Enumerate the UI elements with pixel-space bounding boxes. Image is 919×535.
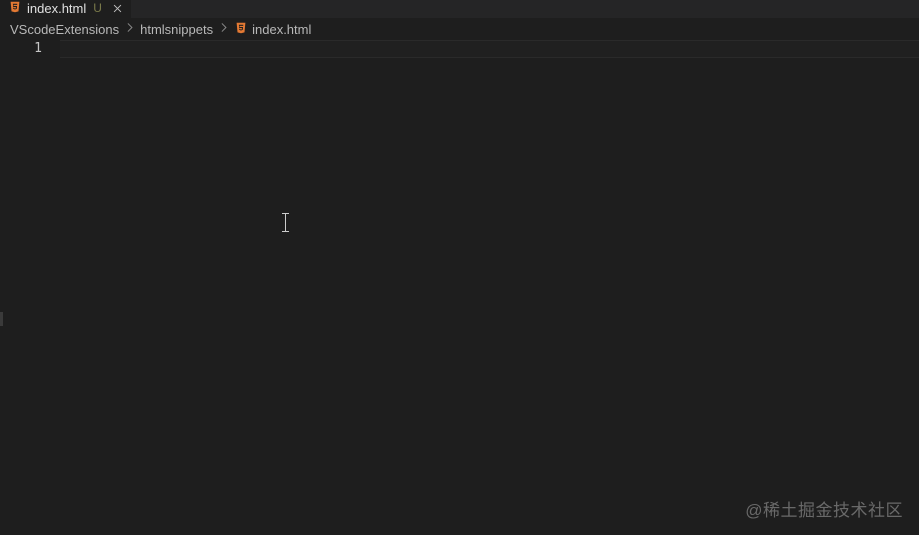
breadcrumb: VScodeExtensions htmlsnippets index.html (0, 18, 919, 40)
text-cursor-icon (285, 214, 286, 231)
tab-index-html[interactable]: index.html U (0, 0, 131, 18)
line-gutter: 1 (0, 40, 60, 535)
breadcrumb-folder-label: htmlsnippets (140, 22, 213, 37)
breadcrumb-root-label: VScodeExtensions (10, 22, 119, 37)
breadcrumb-file-label: index.html (252, 22, 311, 37)
close-icon[interactable] (111, 1, 125, 15)
watermark: @稀土掘金技术社区 (745, 496, 903, 521)
tab-label: index.html (27, 1, 86, 16)
html-file-icon (8, 0, 22, 17)
breadcrumb-folder[interactable]: htmlsnippets (140, 22, 213, 37)
chevron-right-icon (217, 21, 230, 37)
tab-dirty-marker: U (93, 1, 102, 15)
editor-content[interactable] (60, 40, 919, 535)
chevron-right-icon (123, 21, 136, 37)
breadcrumb-file[interactable]: index.html (234, 21, 311, 38)
breadcrumb-root[interactable]: VScodeExtensions (10, 22, 119, 37)
side-indicator (0, 312, 3, 326)
html-file-icon (234, 21, 248, 38)
line-number: 1 (0, 40, 42, 58)
tab-bar: index.html U (0, 0, 919, 18)
current-line-highlight (60, 40, 919, 58)
editor-area: 1 (0, 40, 919, 535)
